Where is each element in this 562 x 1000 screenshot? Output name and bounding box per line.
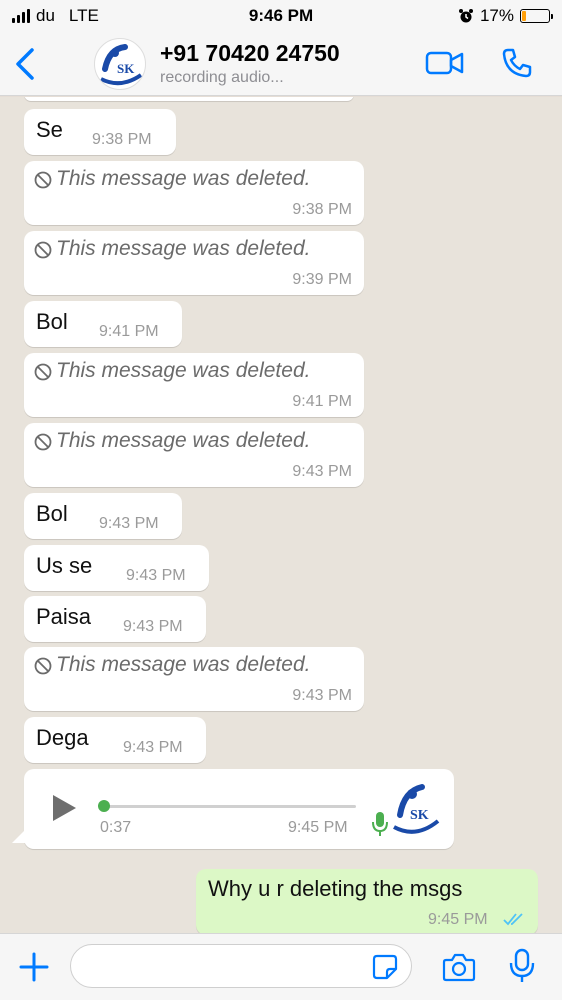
voice-avatar: SK xyxy=(390,777,442,841)
voice-duration: 0:37 xyxy=(100,819,132,836)
ban-icon xyxy=(34,171,52,189)
deleted-message[interactable]: This message was deleted. 9:38 PM xyxy=(24,161,364,225)
message-time: 9:41 PM xyxy=(292,393,352,410)
message-time: 9:43 PM xyxy=(292,463,352,480)
avatar-text: SK xyxy=(117,61,135,76)
message-text: This message was deleted. xyxy=(56,167,311,190)
message-time: 9:38 PM xyxy=(292,201,352,218)
deleted-message[interactable]: This message was deleted. 9:43 PM xyxy=(24,423,364,487)
deleted-message[interactable]: This message was deleted. 9:41 PM xyxy=(24,353,364,417)
message-text: Us se xyxy=(36,553,93,578)
battery-fill xyxy=(522,11,527,21)
ban-icon xyxy=(34,657,52,675)
message-text: This message was deleted. xyxy=(56,237,311,260)
battery-icon xyxy=(520,9,553,23)
message-time: 9:39 PM xyxy=(292,271,352,288)
battery-label: 17% xyxy=(479,6,514,25)
voice-progress-track[interactable] xyxy=(102,805,356,808)
message-bubble[interactable]: Paisa 9:43 PM xyxy=(24,596,206,642)
message-text: Paisa xyxy=(36,604,92,629)
message-time: 9:41 PM xyxy=(99,323,159,340)
play-icon[interactable] xyxy=(50,793,78,823)
voice-time: 9:45 PM xyxy=(288,819,348,836)
message-time: 9:43 PM xyxy=(126,567,186,584)
ban-icon xyxy=(34,433,52,451)
input-bar xyxy=(0,933,562,1000)
message-text: Bol xyxy=(36,501,68,526)
message-text: Dega xyxy=(36,725,89,750)
chat-header: SK +91 70420 24750 recording audio... xyxy=(0,32,562,96)
phone-icon[interactable] xyxy=(500,46,534,80)
message-bubble-partial xyxy=(24,97,354,101)
ban-icon xyxy=(34,363,52,381)
voice-note-bubble[interactable]: 0:37 9:45 PM SK xyxy=(12,769,454,849)
sticker-icon[interactable] xyxy=(372,954,398,980)
message-text: This message was deleted. xyxy=(56,429,311,452)
message-time: 9:38 PM xyxy=(92,131,152,148)
message-time: 9:43 PM xyxy=(99,515,159,532)
message-text: Se xyxy=(36,117,63,142)
message-bubble[interactable]: Bol 9:41 PM xyxy=(24,301,182,347)
chevron-left-icon[interactable] xyxy=(10,44,40,84)
sk-logo: SK xyxy=(393,784,440,834)
alarm-icon xyxy=(458,9,473,23)
video-camera-icon[interactable] xyxy=(425,48,465,78)
plus-icon[interactable] xyxy=(18,951,50,983)
microphone-icon xyxy=(372,812,388,836)
message-bubble[interactable]: Bol 9:43 PM xyxy=(24,493,182,539)
outgoing-message[interactable]: Why u r deleting the msgs 9:45 PM xyxy=(196,869,538,933)
contact-name[interactable]: +91 70420 24750 xyxy=(160,40,340,67)
message-text: This message was deleted. xyxy=(56,359,311,382)
voice-avatar-text: SK xyxy=(410,808,429,823)
sk-logo: SK xyxy=(100,44,143,86)
status-bar: du LTE 9:46 PM 17% xyxy=(0,0,562,32)
message-bubble[interactable]: Se 9:38 PM xyxy=(24,109,176,155)
message-text: Why u r deleting the msgs xyxy=(208,876,463,901)
voice-progress-handle[interactable] xyxy=(98,800,110,812)
message-time: 9:43 PM xyxy=(123,739,183,756)
message-time: 9:43 PM xyxy=(123,618,183,635)
message-bubble[interactable]: Us se 9:43 PM xyxy=(24,545,209,591)
message-time: 9:43 PM xyxy=(292,687,352,704)
message-text: Bol xyxy=(36,309,68,334)
contact-status: recording audio... xyxy=(160,69,284,86)
ban-icon xyxy=(34,241,52,259)
camera-icon[interactable] xyxy=(442,952,476,982)
avatar[interactable]: SK xyxy=(94,38,146,90)
deleted-message[interactable]: This message was deleted. 9:39 PM xyxy=(24,231,364,295)
message-bubble[interactable]: Dega 9:43 PM xyxy=(24,717,206,763)
status-right: 17% xyxy=(458,6,553,26)
message-text: This message was deleted. xyxy=(56,653,311,676)
bubble-tail xyxy=(12,827,28,843)
chat-area[interactable]: Se 9:38 PM This message was deleted. 9:3… xyxy=(0,97,562,933)
double-check-icon xyxy=(503,913,523,926)
message-input[interactable] xyxy=(70,944,412,988)
message-time: 9:45 PM xyxy=(428,911,488,928)
deleted-message[interactable]: This message was deleted. 9:43 PM xyxy=(24,647,364,711)
microphone-icon[interactable] xyxy=(508,948,536,984)
